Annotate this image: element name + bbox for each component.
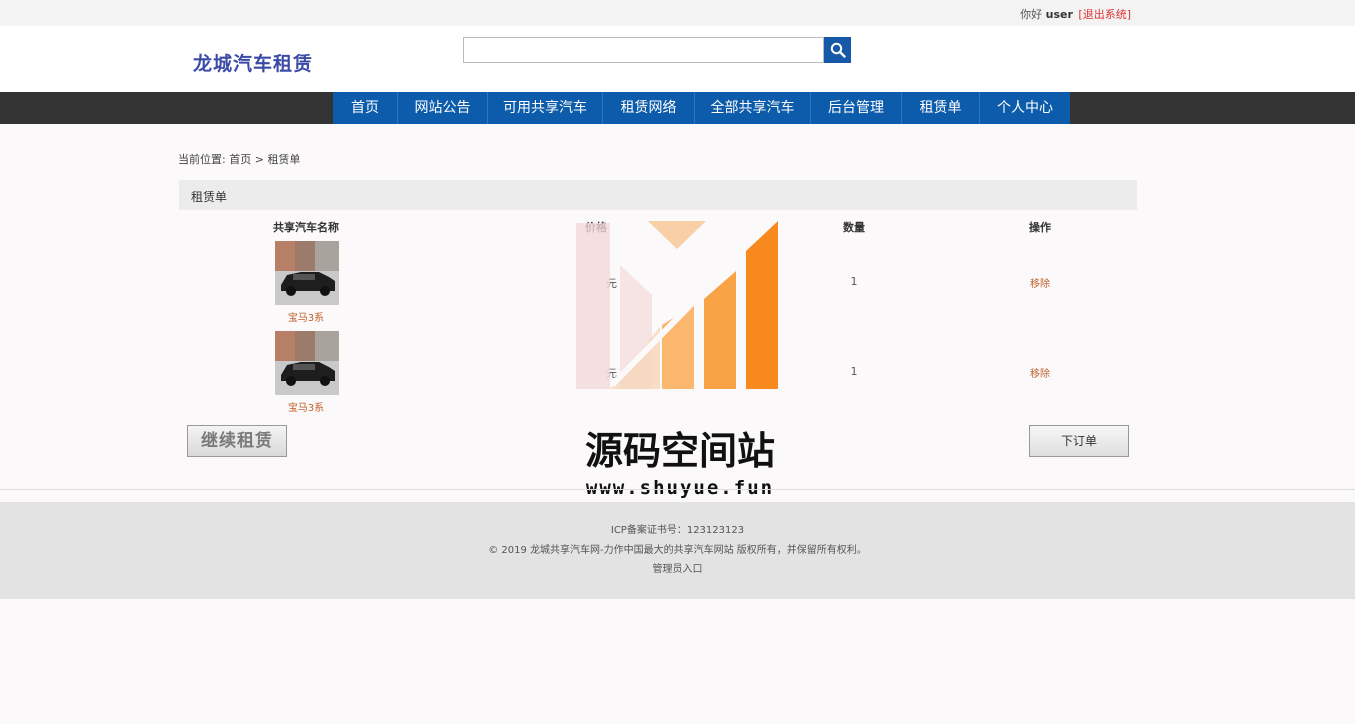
- column-header-action: 操作: [1029, 221, 1051, 234]
- car-photo: [275, 241, 339, 305]
- username: user: [1045, 8, 1073, 21]
- user-greeting: 你好 user [退出系统]: [1020, 6, 1131, 22]
- footer-copyright: © 2019 龙城共享汽车网-力作中国最大的共享汽车网站 版权所有，并保留所有权…: [488, 545, 867, 556]
- panel-title: 租赁单: [191, 190, 228, 204]
- continue-renting-button[interactable]: 继续租赁: [187, 425, 287, 457]
- search-input[interactable]: [463, 37, 824, 63]
- footer-admin-link[interactable]: 管理员入口: [0, 560, 1355, 575]
- footer: ICP备案证书号：123123123 © 2019 龙城共享汽车网-力作中国最大…: [0, 502, 1355, 599]
- nav-announcements[interactable]: 网站公告: [398, 92, 488, 124]
- breadcrumb-prefix: 当前位置:: [178, 153, 226, 166]
- car-name-link[interactable]: 宝马3系: [246, 399, 366, 414]
- car-image[interactable]: [275, 331, 339, 395]
- car-image[interactable]: [275, 241, 339, 305]
- remove-link[interactable]: 移除: [980, 275, 1100, 290]
- breadcrumb-home[interactable]: 首页: [229, 153, 251, 166]
- logout-link[interactable]: [退出系统]: [1078, 8, 1131, 21]
- column-header-quantity: 数量: [843, 221, 865, 234]
- header: 龙城汽车租赁: [0, 26, 1355, 92]
- nav-personal-center[interactable]: 个人中心: [980, 92, 1070, 124]
- column-header-name: 共享汽车名称: [273, 221, 339, 234]
- top-bar: 你好 user [退出系统]: [0, 0, 1355, 26]
- breadcrumb: 当前位置: 首页 > 租赁单: [178, 151, 300, 167]
- car-photo: [275, 331, 339, 395]
- nav-all-cars[interactable]: 全部共享汽车: [695, 92, 811, 124]
- price-cell: 元: [606, 367, 617, 380]
- search-icon: [830, 42, 846, 58]
- watermark-url: www.shuyue.fun: [585, 477, 775, 499]
- footer-divider: [0, 489, 1355, 490]
- nav-admin[interactable]: 后台管理: [811, 92, 902, 124]
- site-logo[interactable]: 龙城汽车租赁: [193, 49, 313, 76]
- navbar: 首页 网站公告 可用共享汽车 租赁网络 全部共享汽车 后台管理 租赁单 个人中心: [0, 92, 1355, 124]
- greeting-text: 你好: [1020, 8, 1043, 21]
- watermark: 源码空间站 www.shuyue.fun: [560, 215, 800, 505]
- footer-icp: ICP备案证书号：123123123: [610, 525, 745, 536]
- quantity-cell: 1: [850, 365, 858, 378]
- place-order-button[interactable]: 下订单: [1029, 425, 1129, 457]
- car-name-link[interactable]: 宝马3系: [246, 309, 366, 324]
- watermark-title: 源码空间站: [584, 428, 775, 473]
- main-nav: 首页 网站公告 可用共享汽车 租赁网络 全部共享汽车 后台管理 租赁单 个人中心: [333, 92, 1070, 124]
- panel-header: 租赁单: [179, 180, 1137, 210]
- nav-home[interactable]: 首页: [333, 92, 398, 124]
- nav-available-cars[interactable]: 可用共享汽车: [488, 92, 603, 124]
- nav-rental-network[interactable]: 租赁网络: [603, 92, 695, 124]
- breadcrumb-current: 租赁单: [267, 153, 301, 166]
- remove-link[interactable]: 移除: [980, 365, 1100, 380]
- nav-rental-orders[interactable]: 租赁单: [902, 92, 980, 124]
- quantity-cell: 1: [850, 275, 858, 288]
- price-cell: 元: [606, 277, 617, 290]
- breadcrumb-separator: >: [254, 153, 264, 166]
- column-header-price: 价格: [585, 221, 607, 234]
- search-button[interactable]: [824, 37, 851, 63]
